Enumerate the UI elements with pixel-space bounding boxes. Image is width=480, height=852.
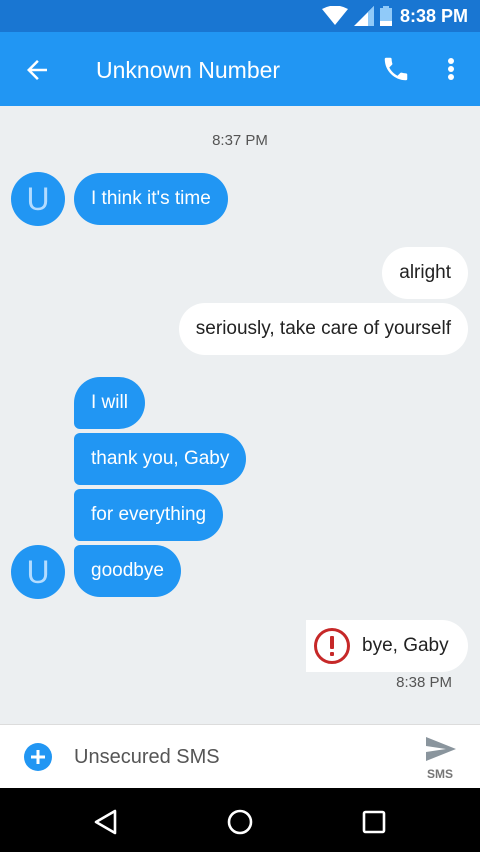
send-icon: [426, 737, 456, 761]
phone-icon[interactable]: [381, 54, 411, 84]
app-bar: Unknown Number: [0, 32, 480, 106]
battery-icon: [380, 6, 392, 26]
outgoing-message[interactable]: alright: [382, 247, 468, 299]
add-attachment-button[interactable]: [24, 743, 52, 771]
incoming-message[interactable]: thank you, Gaby: [74, 433, 247, 485]
incoming-message[interactable]: for everything: [74, 489, 224, 541]
send-label: SMS: [426, 767, 453, 781]
home-circle-icon[interactable]: [224, 806, 256, 838]
wifi-icon: [322, 6, 348, 25]
message-thread[interactable]: 8:37 PM U I think it's time alright seri…: [0, 106, 480, 724]
send-button[interactable]: SMS: [420, 733, 460, 783]
failed-outgoing-message[interactable]: bye, Gaby: [306, 620, 468, 672]
recents-square-icon[interactable]: [358, 806, 390, 838]
error-alert-icon: [314, 628, 350, 664]
message-text: bye, Gaby: [362, 635, 449, 656]
outgoing-message[interactable]: seriously, take care of yourself: [178, 303, 468, 355]
back-arrow-icon[interactable]: [22, 55, 52, 85]
signal-icon: [354, 6, 374, 26]
incoming-message[interactable]: I think it's time: [74, 173, 228, 225]
message-input[interactable]: [74, 743, 374, 771]
avatar[interactable]: U: [11, 172, 65, 226]
status-bar: 8:38 PM: [0, 0, 480, 32]
incoming-message[interactable]: goodbye: [74, 545, 181, 597]
compose-bar: SMS: [0, 724, 480, 788]
message-timestamp: 8:38 PM: [396, 674, 452, 691]
navigation-bar: [0, 788, 480, 852]
more-vert-icon[interactable]: [440, 54, 462, 84]
incoming-message[interactable]: I will: [74, 377, 145, 429]
status-icons: [322, 6, 392, 26]
avatar[interactable]: U: [11, 545, 65, 599]
conversation-title: Unknown Number: [96, 57, 281, 83]
back-triangle-icon[interactable]: [90, 806, 122, 838]
status-time: 8:38 PM: [399, 6, 468, 26]
thread-timestamp: 8:37 PM: [212, 132, 268, 149]
plus-icon: [31, 750, 45, 764]
